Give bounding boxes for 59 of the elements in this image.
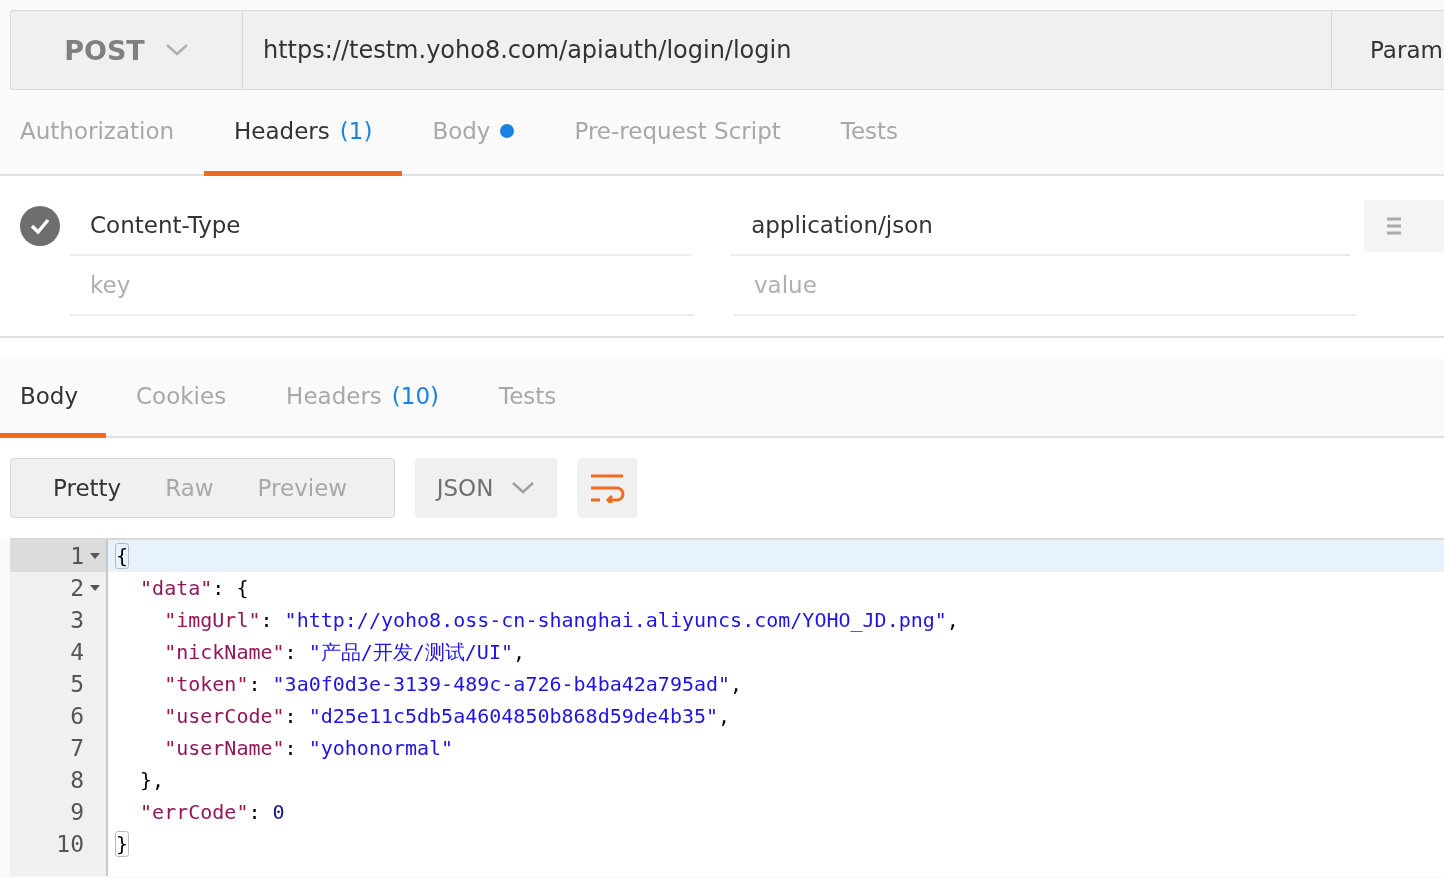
format-dropdown[interactable]: JSON <box>415 458 557 518</box>
view-mode-tab[interactable]: Raw <box>143 459 236 517</box>
json-key: "token" <box>116 672 249 696</box>
value-field[interactable]: value <box>734 256 1356 316</box>
line-number: 9 <box>70 799 84 825</box>
line-number: 2 <box>70 575 84 601</box>
json-punctuation: : <box>284 704 298 728</box>
json-punctuation: : <box>284 640 298 664</box>
wrap-lines-button[interactable] <box>577 458 637 518</box>
line-number: 3 <box>70 607 84 633</box>
json-punctuation: , <box>718 704 731 728</box>
tab[interactable]: Headers (10) <box>256 358 470 438</box>
value-field[interactable]: application/json <box>731 196 1351 256</box>
json-string: "产品/开发/测试/UI" <box>308 638 513 666</box>
fold-caret-icon[interactable] <box>90 553 100 559</box>
json-string: "3a0f0d3e-3139-489c-a726-b4ba42a795ad" <box>272 672 731 696</box>
key-field[interactable]: Content-Type <box>70 196 692 256</box>
json-punctuation: , <box>512 640 525 664</box>
wrap-lines-icon <box>589 473 625 503</box>
line-number: 7 <box>70 735 84 761</box>
line-number: 6 <box>70 703 84 729</box>
matched-bracket: { <box>116 544 129 568</box>
key-field[interactable]: key <box>70 256 694 316</box>
json-key: "nickName" <box>116 640 285 664</box>
json-key: "errCode" <box>116 800 249 824</box>
json-number: 0 <box>272 800 285 824</box>
json-key: "data" <box>116 576 213 600</box>
tab[interactable]: Tests <box>469 358 587 438</box>
json-punctuation: : <box>284 736 298 760</box>
json-punctuation: : <box>248 800 262 824</box>
tab[interactable]: Tests <box>810 90 929 176</box>
chevron-down-icon <box>511 481 536 495</box>
json-punctuation: : <box>260 608 274 632</box>
line-number: 1 <box>70 543 84 569</box>
json-punctuation: : <box>248 672 262 696</box>
view-mode-tab[interactable]: Pretty <box>31 459 144 517</box>
line-number: 4 <box>70 639 84 665</box>
json-punctuation: , <box>946 608 959 632</box>
tab[interactable]: Authorization <box>0 90 205 176</box>
line-number: 8 <box>70 767 84 793</box>
json-punctuation: : { <box>212 576 249 600</box>
json-key: "userCode" <box>116 704 285 728</box>
checkbox[interactable] <box>20 206 60 246</box>
matched-bracket: } <box>116 832 129 856</box>
json-string: "http://yoho8.oss-cn-shanghai.aliyuncs.com/YOHO_JD.png" <box>284 608 947 632</box>
json-punctuation: , <box>730 672 743 696</box>
tab[interactable]: Cookies <box>106 358 257 438</box>
view-mode-tab[interactable]: Preview <box>235 459 370 517</box>
line-number: 10 <box>56 831 84 857</box>
tab[interactable]: Body <box>402 90 545 176</box>
json-punctuation: }, <box>139 768 165 792</box>
json-key: "userName" <box>116 736 285 760</box>
line-number: 5 <box>70 671 84 697</box>
tab[interactable]: Pre-request Script <box>544 90 811 176</box>
json-string: "yohonormal" <box>308 736 454 760</box>
fold-caret-icon[interactable] <box>90 585 100 591</box>
json-string: "d25e11c5db5a4604850b868d59de4b35" <box>308 704 719 728</box>
menu-icon <box>1386 217 1403 235</box>
json-key: "imgUrl" <box>116 608 261 632</box>
